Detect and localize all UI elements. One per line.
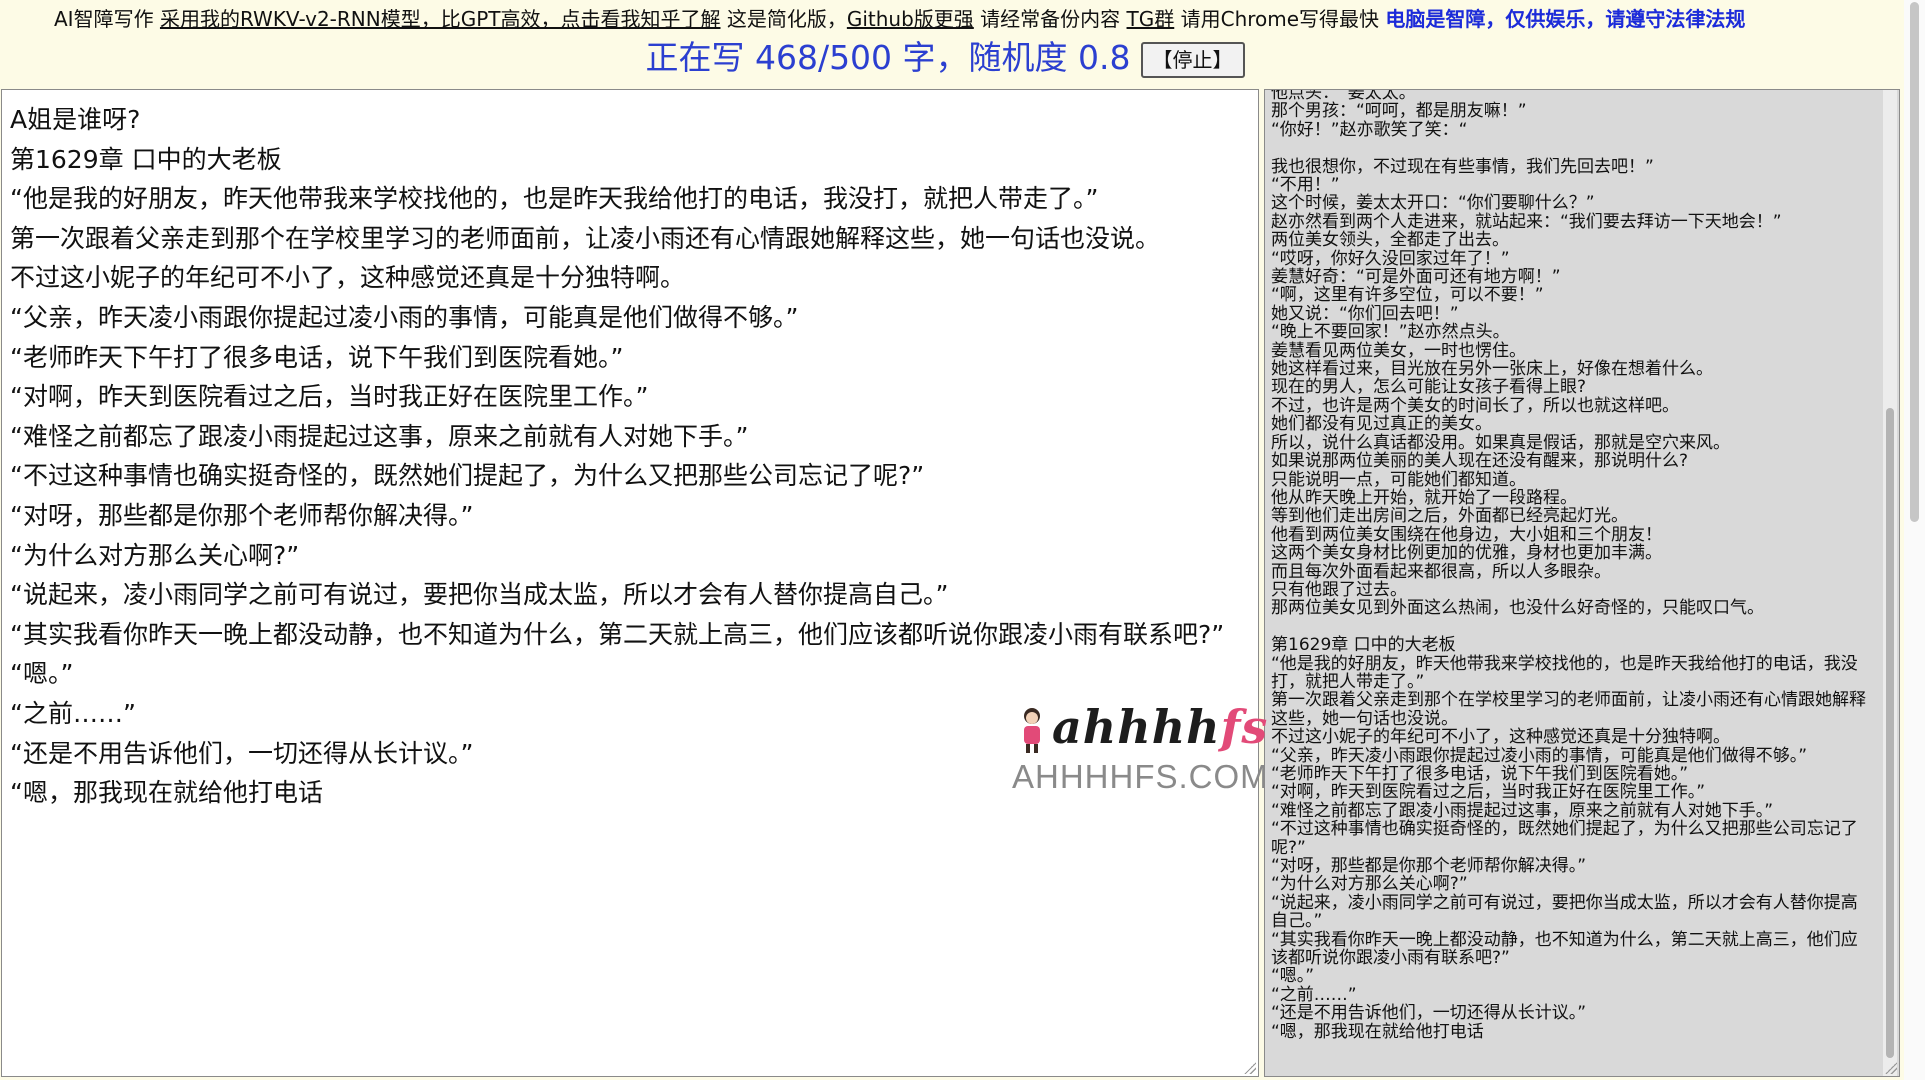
history-blank-line (1271, 618, 1871, 636)
app-name: AI智障写作 (54, 7, 154, 31)
history-line: “你好！”赵亦歌笑了笑：“ (1271, 119, 1468, 140)
history-line: “对呀，那些都是你那个老师帮你解决得。” (1271, 856, 1587, 877)
history-line: “对啊，昨天到医院看过之后，当时我正好在医院里工作。” (1271, 782, 1706, 803)
history-line: 他从昨天晚上开始，就开始了一段路程。 (1271, 487, 1577, 508)
editor-paragraph: “为什么对方那么关心啊?” (10, 540, 300, 570)
history-line: 他看到两位美女围绕在他身边，大小姐和三个朋友！ (1271, 524, 1662, 545)
history-line: 只有他跟了过去。 (1271, 579, 1407, 600)
main-text-editor[interactable]: A姐是谁呀? 第1629章 口中的大老板 “他是我的好朋友，昨天他带我来学校找他的，… (1, 89, 1259, 1077)
editor-paragraph: “对啊，昨天到医院看过之后，当时我正好在医院里工作。” (10, 382, 649, 412)
editor-paragraph: A姐是谁呀? (10, 105, 141, 134)
editor-paragraph: “难怪之前都忘了跟凌小雨提起过这事，原来之前就有人对她下手。” (10, 421, 749, 451)
simplified-note: 这是简化版， (726, 7, 847, 31)
history-line: “不用！” (1271, 175, 1340, 196)
model-link[interactable]: 采用我的RWKV-v2-RNN模型，比GPT高效，点击看我知乎了解 (160, 7, 721, 31)
backup-note: 请经常备份内容 (980, 7, 1121, 31)
editor-paragraph: “说起来，凌小雨同学之前可有说过，要把你当成太监，所以才会有人替你提高自己。” (10, 580, 949, 610)
history-line: 她这样看过来，目光放在另外一张床上，好像在想着什么。 (1271, 359, 1713, 380)
editor-paragraph: “还是不用告诉他们，一切还得从长计议。” (10, 738, 474, 768)
history-line: 第一次跟着父亲走到那个在学校里学习的老师面前，让凌小雨还有心情跟她解释这些，她一… (1271, 690, 1866, 729)
history-content: 他点头：“姜太太。” 那个男孩：“呵呵，都是朋友嘛！” “你好！”赵亦歌笑了笑：“ 我… (1271, 89, 1871, 1042)
chrome-note: 请用Chrome写得最快 (1180, 7, 1380, 31)
editor-content: A姐是谁呀? 第1629章 口中的大老板 “他是我的好朋友，昨天他带我来学校找他的，… (10, 100, 1250, 813)
history-line: 她又说：“你们回去吧！” (1271, 303, 1459, 324)
history-line: 等到他们走出房间之后，外面都已经亮起灯光。 (1271, 506, 1628, 527)
history-line: 所以，说什么真话都没用。如果真是假话，那就是空穴来风。 (1271, 432, 1730, 453)
history-line: “其实我看你昨天一晚上都没动静，也不知道为什么，第二天就上高三，他们应该都听说你… (1271, 929, 1858, 969)
history-blank-line (1271, 139, 1871, 157)
page-scrollbar-thumb[interactable] (1910, 2, 1919, 522)
history-line: 姜慧看见两位美女，一时也愣住。 (1271, 340, 1526, 361)
editor-paragraph: “嗯。” (10, 659, 74, 689)
history-line: “说起来，凌小雨同学之前可有说过，要把你当成太监，所以才会有人替你提高自己。” (1271, 892, 1858, 932)
history-line: “之前……” (1271, 984, 1357, 1005)
history-line: “嗯，那我现在就给他打电话 (1271, 1021, 1484, 1042)
editor-paragraph: “之前……” (10, 698, 136, 728)
editor-paragraph: “父亲，昨天凌小雨跟你提起过凌小雨的事情，可能真是他们做得不够。” (10, 302, 799, 332)
history-line: 这两个美女身材比例更加的优雅，身材也更加丰满。 (1271, 543, 1662, 564)
history-line: “晚上不要回家！”赵亦然点头。 (1271, 322, 1510, 343)
history-line: 不过，也许是两个美女的时间长了，所以也就这样吧。 (1271, 395, 1679, 416)
editor-paragraph: “对呀，那些都是你那个老师帮你解决得。” (10, 500, 474, 530)
history-line: 如果说那两位美丽的美人现在还没有醒来，那说明什么? (1271, 451, 1689, 472)
history-line: “难怪之前都忘了跟凌小雨提起过这事，原来之前就有人对她下手。” (1271, 800, 1774, 821)
history-line: 现在的男人，怎么可能让女孩子看得上眼? (1271, 377, 1587, 398)
history-scrollbar-thumb[interactable] (1886, 408, 1894, 1058)
history-line: 那两位美女见到外面这么热闹，也没什么好奇怪的，只能叹口气。 (1271, 598, 1764, 619)
editor-paragraph: “其实我看你昨天一晚上都没动静，也不知道为什么，第二天就上高三，他们应该都听说你… (10, 619, 1225, 649)
history-line: 这个时候，姜太太开口：“你们要聊什么？” (1271, 193, 1595, 214)
info-line: AI智障写作 采用我的RWKV-v2-RNN模型，比GPT高效，点击看我知乎了解… (54, 6, 1894, 32)
top-bar: AI智障写作 采用我的RWKV-v2-RNN模型，比GPT高效，点击看我知乎了解… (0, 0, 1890, 88)
history-line: 她们都没有见过真正的美女。 (1271, 414, 1492, 435)
history-resize-handle[interactable] (1885, 1062, 1897, 1074)
history-panel[interactable]: 他点头：“姜太太。” 那个男孩：“呵呵，都是朋友嘛！” “你好！”赵亦歌笑了笑：“ 我… (1264, 89, 1900, 1077)
editor-paragraph: “嗯，那我现在就给他打电话 (10, 778, 323, 808)
history-line: 第1629章 口中的大老板 (1271, 635, 1456, 656)
history-line: 赵亦然看到两个人走进来，就站起来：“我们要去拜访一下天地会！” (1271, 211, 1782, 232)
history-line: “父亲，昨天凌小雨跟你提起过凌小雨的事情，可能真是他们做得不够。” (1271, 745, 1808, 766)
history-line: 两位美女领头，全都走了出去。 (1271, 230, 1509, 251)
editor-resize-handle[interactable] (1244, 1062, 1256, 1074)
editor-paragraph: “不过这种事情也确实挺奇怪的，既然她们提起了，为什么又把那些公司忘记了呢?” (10, 461, 925, 491)
history-line: 姜慧好奇：“可是外面可还有地方啊！” (1271, 267, 1561, 288)
github-link[interactable]: Github版更强 (847, 7, 974, 31)
legal-warning: 电脑是智障，仅供娱乐，请遵守法律法规 (1385, 7, 1746, 31)
history-scrollbar[interactable] (1883, 90, 1897, 1076)
history-line: “老师昨天下午打了很多电话，说下午我们到医院看她。” (1271, 764, 1689, 784)
editor-paragraph: 第一次跟着父亲走到那个在学校里学习的老师面前，让凌小雨还有心情跟她解释这些，她一… (10, 223, 1161, 253)
editor-paragraph: “他是我的好朋友，昨天他带我来学校找他的，也是昨天我给他打的电话，我没打，就把人… (10, 184, 1099, 214)
editor-paragraph: 第1629章 口中的大老板 (10, 144, 282, 174)
history-line: “啊，这里有许多空位，可以不要！” (1271, 285, 1544, 306)
history-line: 而且每次外面看起来都很高，所以人多眼杂。 (1271, 561, 1611, 582)
status-line: 正在写 468/500 字，随机度 0.8 【停止】 (0, 36, 1890, 80)
history-line: “他是我的好朋友，昨天他带我来学校找他的，也是昨天我给他打的电话，我没打，就把人… (1271, 653, 1858, 692)
history-line: 那个男孩：“呵呵，都是朋友嘛！” (1271, 101, 1527, 122)
history-line: 只能说明一点，可能她们都知道。 (1271, 469, 1526, 490)
history-line: “不过这种事情也确实挺奇怪的，既然她们提起了，为什么又把那些公司忘记了呢?” (1271, 819, 1858, 858)
page-scrollbar[interactable] (1904, 0, 1925, 1080)
history-line: “为什么对方那么关心啊?” (1271, 874, 1468, 895)
history-line: 不过这小妮子的年纪可不小了，这种感觉还真是十分独特啊。 (1271, 727, 1730, 748)
history-line: 他点头：“姜太太。” (1271, 89, 1417, 103)
history-line: “嗯。” (1271, 966, 1315, 987)
editor-paragraph: 不过这小妮子的年纪可不小了，这种感觉还真是十分独特啊。 (10, 263, 686, 293)
history-line: “还是不用告诉他们，一切还得从长计议。” (1271, 1003, 1587, 1024)
history-line: “哎呀，你好久没回家过年了！” (1271, 248, 1510, 269)
writing-status: 正在写 468/500 字，随机度 0.8 (645, 38, 1131, 77)
tg-link[interactable]: TG群 (1127, 7, 1175, 31)
history-line: 我也很想你，不过现在有些事情，我们先回去吧！” (1271, 156, 1654, 177)
editor-paragraph: “老师昨天下午打了很多电话，说下午我们到医院看她。” (10, 342, 624, 372)
stop-button[interactable]: 【停止】 (1140, 41, 1245, 78)
